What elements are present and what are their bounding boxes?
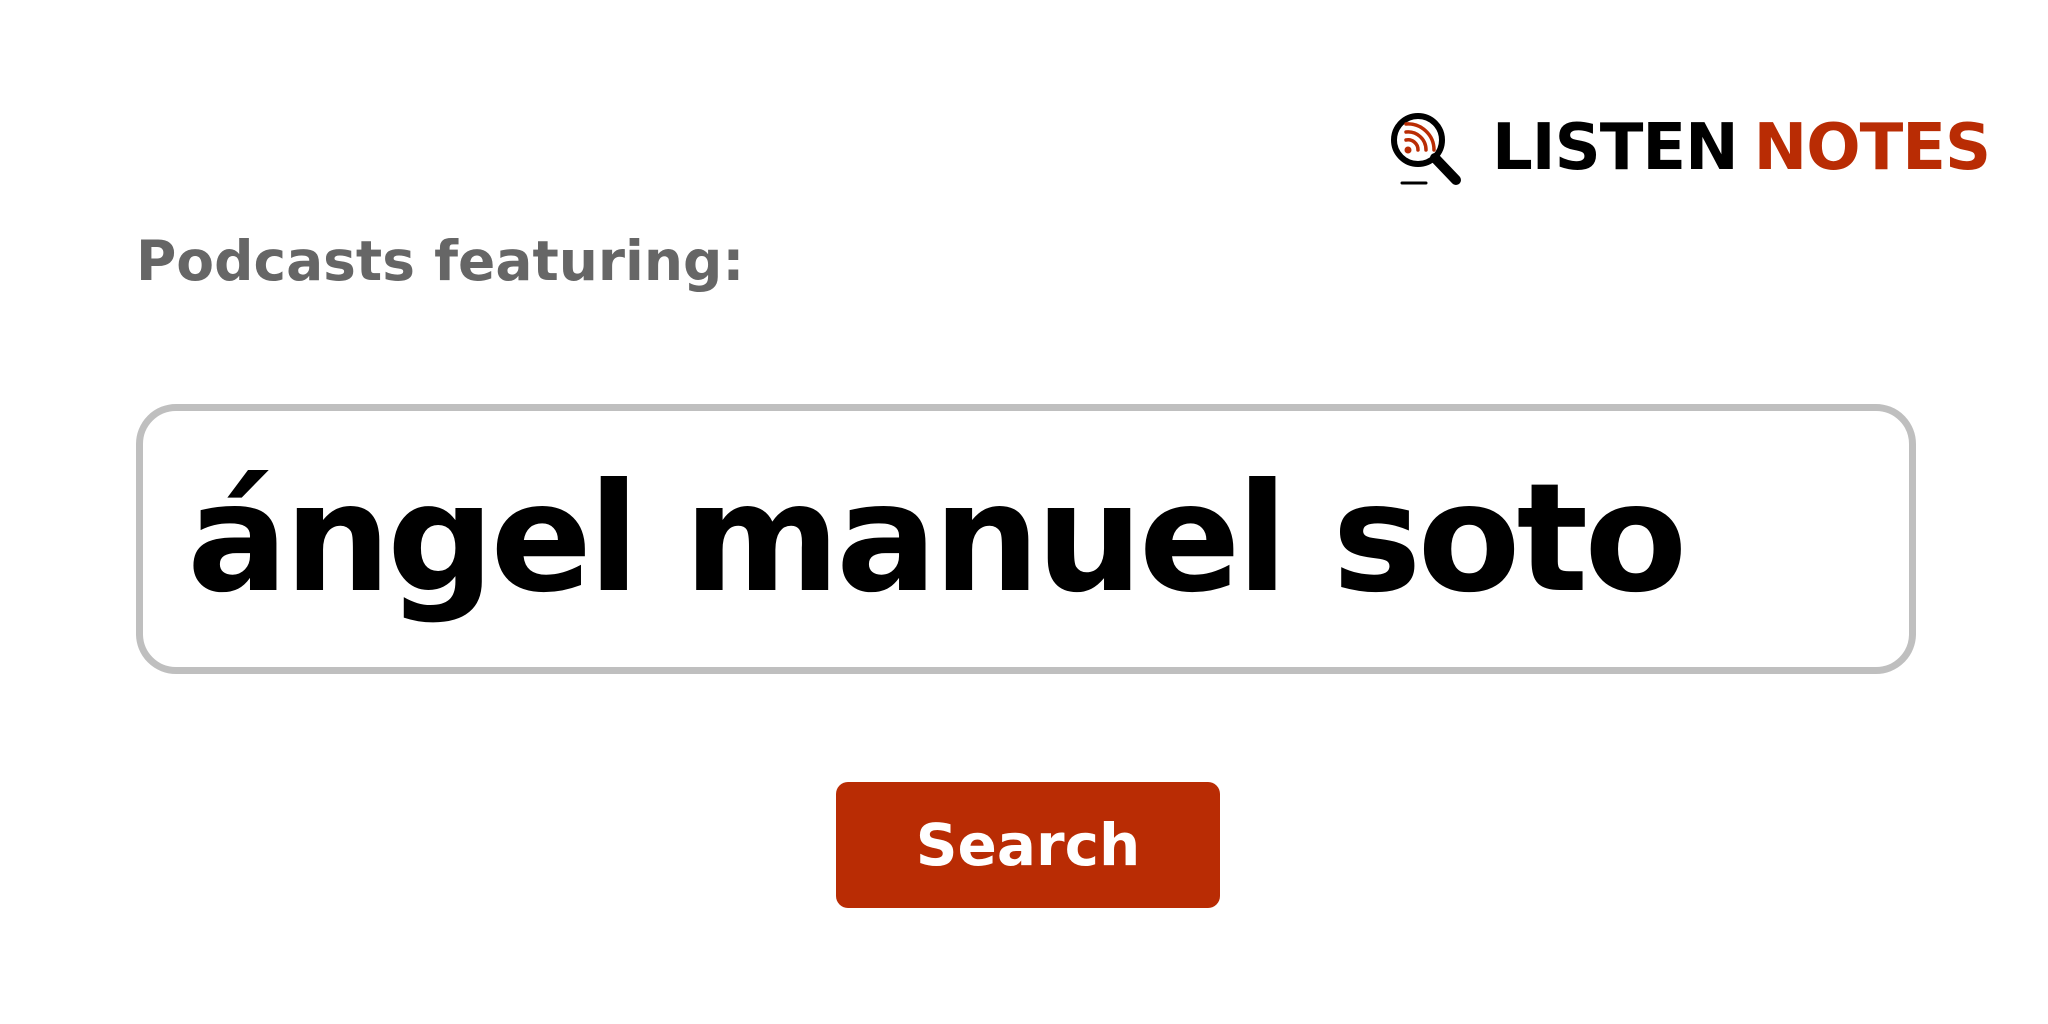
logo-wordmark: LISTEN NOTES: [1492, 116, 1991, 180]
logo-word-listen: LISTEN: [1492, 111, 1739, 185]
search-button[interactable]: Search: [836, 782, 1220, 908]
search-field[interactable]: [136, 404, 1916, 674]
logo-word-notes: NOTES: [1753, 111, 1991, 185]
magnifier-rss-icon: [1391, 113, 1461, 185]
search-input[interactable]: [143, 439, 1909, 639]
listen-notes-logo[interactable]: LISTEN NOTES: [1384, 108, 1991, 188]
page-heading: Podcasts featuring:: [136, 229, 745, 293]
